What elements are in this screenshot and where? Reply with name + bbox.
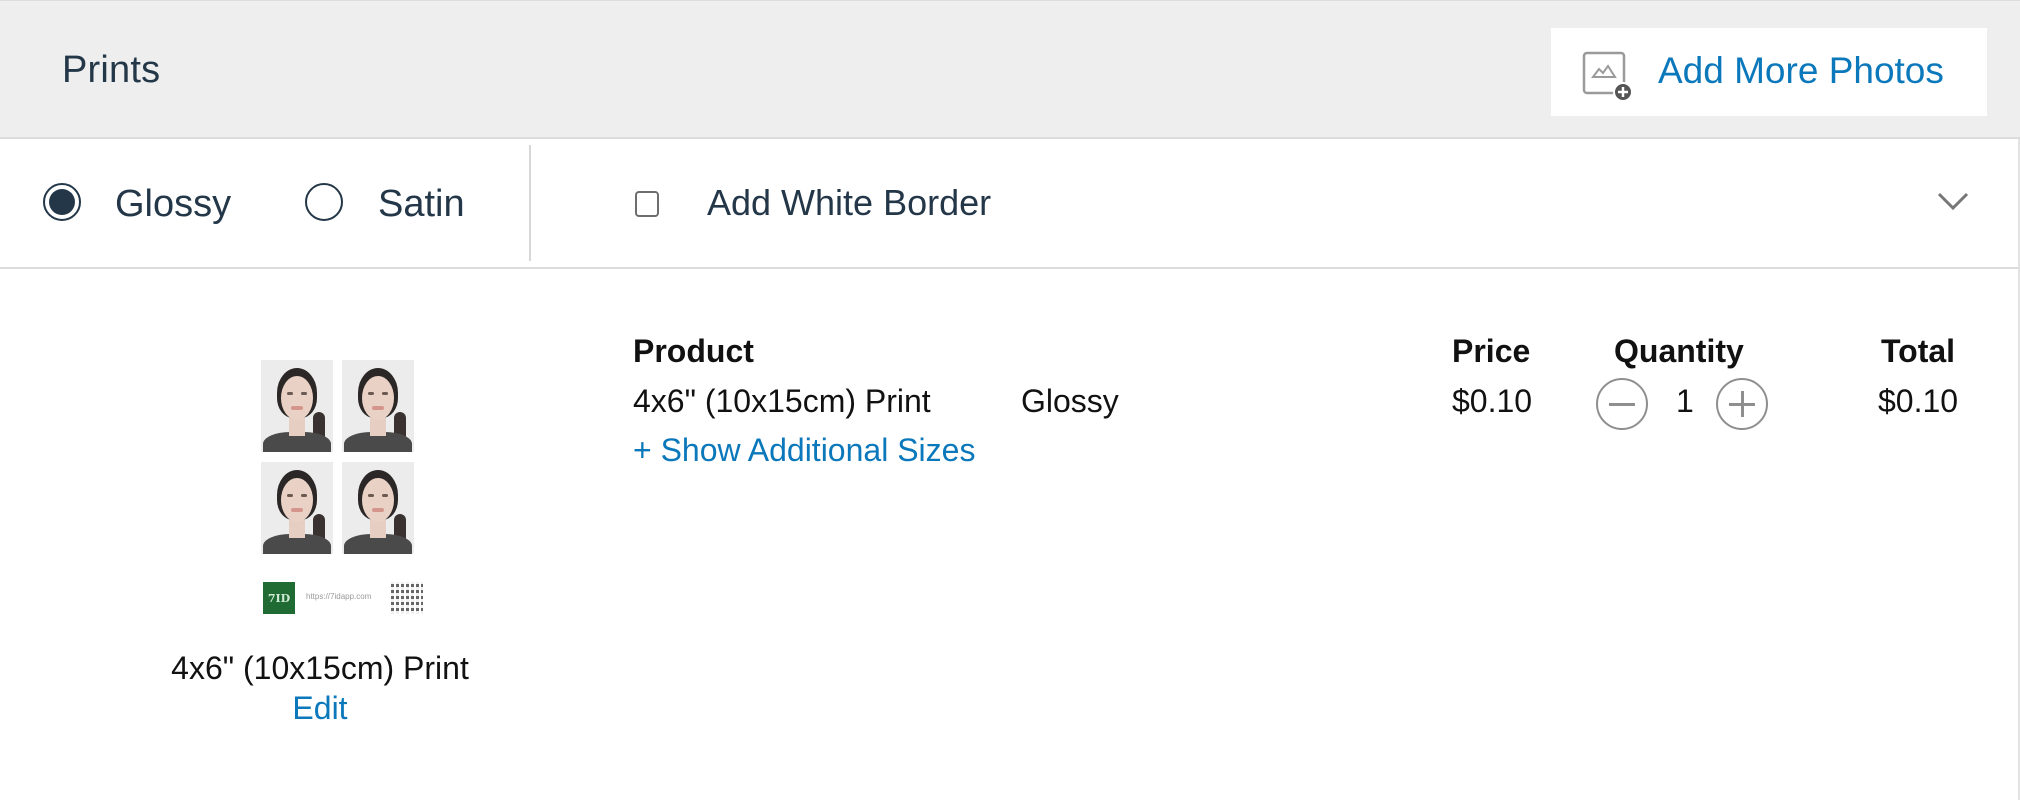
satin-label[interactable]: Satin xyxy=(378,183,465,226)
prints-header: Prints Add More Photos xyxy=(0,0,2020,139)
print-thumbnail[interactable]: 7ID https://7idapp.com xyxy=(258,360,428,620)
line-total: $0.10 xyxy=(1878,383,1959,419)
white-border-checkbox[interactable] xyxy=(635,191,659,217)
quantity-increase-button[interactable] xyxy=(1716,378,1768,430)
white-border-label[interactable]: Add White Border xyxy=(707,182,991,224)
add-photo-icon xyxy=(1582,51,1633,102)
print-options-bar: Glossy Satin Add White Border xyxy=(0,139,2020,269)
satin-radio[interactable] xyxy=(305,183,343,221)
id-photo xyxy=(261,462,333,554)
header-total: Total xyxy=(1881,333,1956,369)
id-photo xyxy=(342,360,414,452)
thumbnail-caption: 4x6" (10x15cm) Print xyxy=(171,650,469,686)
brand-url: https://7idapp.com xyxy=(306,592,372,601)
header-product: Product xyxy=(633,333,754,369)
id-photo xyxy=(342,462,414,554)
chevron-down-icon[interactable] xyxy=(1936,189,1970,213)
quantity-decrease-button[interactable] xyxy=(1596,378,1648,430)
brand-logo: 7ID xyxy=(263,582,295,614)
qr-code-icon xyxy=(391,582,423,614)
header-price: Price xyxy=(1452,333,1531,369)
add-more-photos-button[interactable]: Add More Photos xyxy=(1551,28,1987,116)
quantity-value: 1 xyxy=(1676,383,1694,419)
product-finish: Glossy xyxy=(1021,383,1119,419)
product-price: $0.10 xyxy=(1452,383,1533,419)
product-name: 4x6" (10x15cm) Print xyxy=(633,383,931,419)
glossy-label[interactable]: Glossy xyxy=(115,183,231,226)
show-additional-sizes-link[interactable]: + Show Additional Sizes xyxy=(633,432,975,469)
id-photo xyxy=(261,360,333,452)
header-quantity: Quantity xyxy=(1614,333,1744,369)
edit-link[interactable]: Edit xyxy=(150,690,490,727)
options-divider xyxy=(529,145,531,261)
add-more-photos-label: Add More Photos xyxy=(1658,50,1944,91)
glossy-radio[interactable] xyxy=(43,183,81,221)
page-title: Prints xyxy=(62,49,161,91)
